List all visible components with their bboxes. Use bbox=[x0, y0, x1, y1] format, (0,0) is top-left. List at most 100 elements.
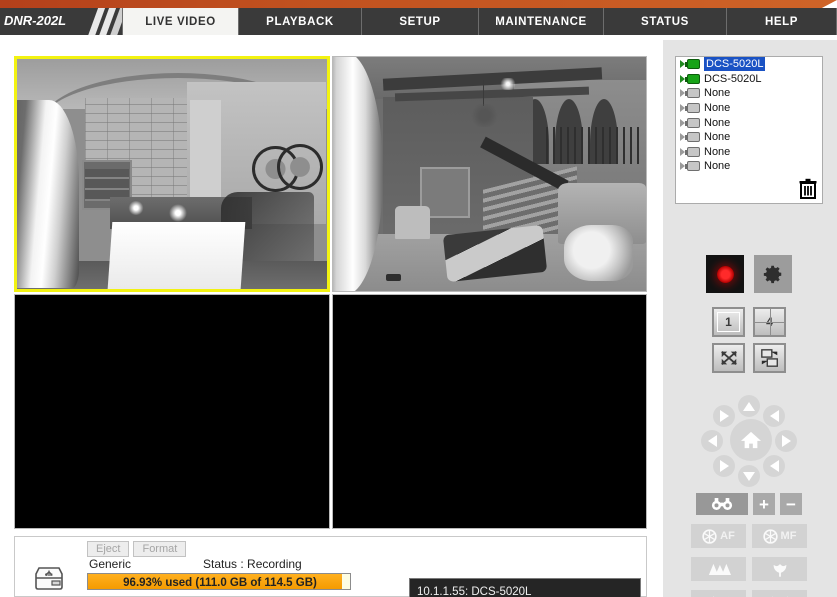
right-control-panel: DCS-5020L DCS-5020L None None None None None No… bbox=[663, 40, 837, 597]
scene-ir-glow bbox=[168, 203, 188, 222]
layout-single-button[interactable]: 1 bbox=[712, 307, 745, 337]
layout-row-2 bbox=[712, 343, 786, 373]
ptz-right-button[interactable] bbox=[775, 430, 797, 452]
arrow-down-icon bbox=[743, 471, 755, 481]
stream-address: 10.1.1.55: DCS-5020L bbox=[417, 586, 532, 597]
camera-list-item-label: DCS-5020L bbox=[704, 57, 766, 72]
record-dot-icon bbox=[716, 265, 734, 283]
focus-mode-row: AF MF bbox=[675, 524, 823, 548]
aperture-icon bbox=[702, 528, 717, 544]
ptz-zoom-in-button[interactable]: + bbox=[753, 493, 775, 515]
camera-list-item-label: None bbox=[704, 87, 731, 100]
record-button[interactable] bbox=[706, 255, 744, 293]
sequence-button[interactable] bbox=[753, 343, 786, 373]
manual-focus-label: MF bbox=[780, 530, 797, 542]
camera-list-item-label: None bbox=[704, 131, 731, 144]
camera-list-item[interactable]: None bbox=[676, 145, 822, 160]
arrow-right-icon bbox=[781, 435, 791, 447]
ptz-down-right-button[interactable] bbox=[763, 455, 785, 477]
camera-icon bbox=[685, 73, 700, 84]
layout-row-1: 1 4 bbox=[712, 307, 786, 337]
video-pane-1[interactable] bbox=[14, 56, 330, 292]
tab-help[interactable]: HELP bbox=[727, 8, 837, 35]
tab-setup[interactable]: SETUP bbox=[362, 8, 479, 35]
camera-icon bbox=[685, 103, 700, 114]
video-pane-4[interactable] bbox=[331, 293, 647, 529]
tab-status[interactable]: STATUS bbox=[604, 8, 727, 35]
stream-info-panel: 10.1.1.55: DCS-5020L Playing 1178.34 kbp… bbox=[409, 578, 641, 597]
scene-ir-glow bbox=[128, 201, 144, 216]
tab-playback[interactable]: PLAYBACK bbox=[239, 8, 362, 35]
nvr-live-video-page: DNR-202L LIVE VIDEO PLAYBACK SETUP MAINT… bbox=[0, 0, 837, 597]
scene-bicycle-wheel bbox=[276, 143, 324, 190]
fullscreen-button[interactable] bbox=[712, 343, 745, 373]
ptz-down-button[interactable] bbox=[738, 465, 760, 487]
ptz-zoom-row: + − bbox=[675, 493, 823, 515]
camera-icon bbox=[685, 117, 700, 128]
mountains-icon bbox=[708, 563, 731, 575]
scene-curtain bbox=[16, 100, 79, 289]
scene-armchair bbox=[395, 206, 430, 240]
record-controls-row bbox=[675, 255, 823, 293]
video-grid bbox=[14, 56, 647, 529]
scene-table bbox=[107, 221, 246, 289]
video-pane-2[interactable] bbox=[331, 56, 647, 292]
ptz-down-left-button[interactable] bbox=[713, 455, 735, 477]
manual-focus-button[interactable]: MF bbox=[752, 524, 807, 548]
layout-frame bbox=[717, 312, 740, 332]
ptz-zoom-out-button[interactable]: − bbox=[780, 493, 802, 515]
flower-icon bbox=[773, 564, 786, 577]
camera-list-item[interactable]: DCS-5020L bbox=[676, 57, 822, 72]
pattern-button[interactable] bbox=[691, 590, 746, 597]
fullscreen-icon bbox=[720, 350, 737, 366]
camera-list-item[interactable]: None bbox=[676, 115, 822, 130]
focus-distance-row bbox=[675, 557, 823, 581]
auto-pan-button[interactable] bbox=[752, 590, 807, 597]
camera-list-item[interactable]: None bbox=[676, 101, 822, 116]
camera-list-item-label: None bbox=[704, 116, 731, 129]
arrow-down-right-icon bbox=[769, 460, 779, 472]
camera-list-item-label: DCS-5020L bbox=[704, 72, 762, 85]
binoculars-icon bbox=[711, 498, 733, 510]
top-bar: DNR-202L LIVE VIDEO PLAYBACK SETUP MAINT… bbox=[0, 0, 837, 40]
ptz-up-button[interactable] bbox=[738, 395, 760, 417]
ptz-patrol-button[interactable] bbox=[696, 493, 748, 515]
arrow-down-left-icon bbox=[719, 460, 729, 472]
format-button[interactable]: Format bbox=[133, 541, 187, 557]
layout-quad-button[interactable]: 4 bbox=[753, 307, 786, 337]
scene-floor-object bbox=[385, 274, 402, 282]
camera-list-item-label: None bbox=[704, 160, 731, 173]
camera-list-item[interactable]: DCS-5020L bbox=[676, 72, 822, 87]
tab-maintenance[interactable]: MAINTENANCE bbox=[479, 8, 604, 35]
home-icon bbox=[741, 431, 761, 449]
scene-light-spot bbox=[498, 78, 518, 90]
arrow-left-icon bbox=[707, 435, 717, 447]
disk-status-label: Status : Recording bbox=[203, 557, 302, 571]
disk-action-buttons: Eject Format bbox=[87, 541, 187, 557]
arrow-up-left-icon bbox=[719, 410, 729, 422]
auto-focus-label: AF bbox=[720, 530, 735, 542]
main-content: Eject Format Generic Status : Recording … bbox=[0, 40, 837, 597]
ptz-up-right-button[interactable] bbox=[763, 405, 785, 427]
ptz-left-button[interactable] bbox=[701, 430, 723, 452]
camera-icon bbox=[685, 146, 700, 157]
camera-list-item[interactable]: None bbox=[676, 159, 822, 174]
disk-name-label: Generic bbox=[89, 557, 132, 571]
product-logo: DNR-202L bbox=[0, 8, 122, 35]
camera-list-item-label: None bbox=[704, 145, 731, 158]
camera-list-item[interactable]: None bbox=[676, 86, 822, 101]
focus-far-button[interactable] bbox=[691, 557, 746, 581]
camera-list[interactable]: DCS-5020L DCS-5020L None None None None None No… bbox=[675, 56, 823, 204]
focus-near-button[interactable] bbox=[752, 557, 807, 581]
trash-icon[interactable] bbox=[798, 178, 818, 200]
camera-list-item[interactable]: None bbox=[676, 130, 822, 145]
settings-button[interactable] bbox=[754, 255, 792, 293]
eject-button[interactable]: Eject bbox=[87, 541, 130, 557]
auto-focus-button[interactable]: AF bbox=[691, 524, 746, 548]
ptz-home-button[interactable] bbox=[730, 419, 772, 461]
camera-icon bbox=[685, 132, 700, 143]
video-pane-3[interactable] bbox=[14, 293, 330, 529]
layout-divider bbox=[755, 322, 784, 323]
ptz-up-left-button[interactable] bbox=[713, 405, 735, 427]
tab-live-video[interactable]: LIVE VIDEO bbox=[122, 8, 239, 35]
